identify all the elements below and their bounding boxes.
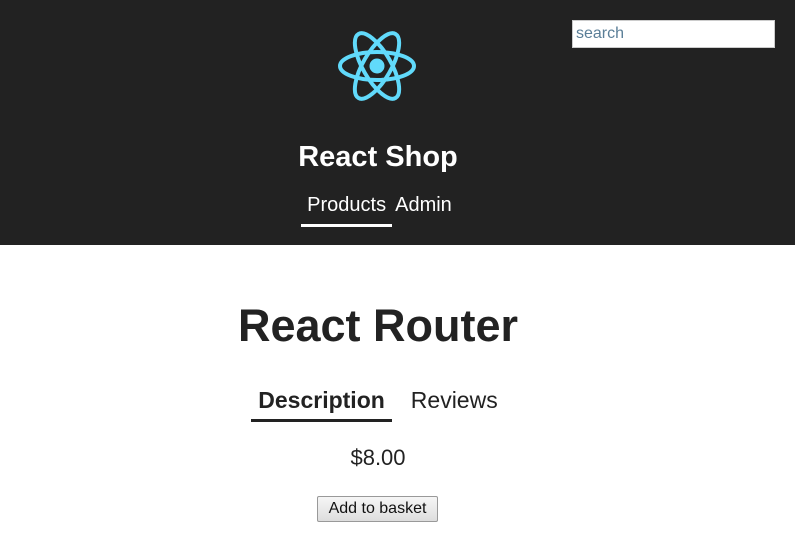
product-price: $8.00 [350, 445, 406, 470]
search-input[interactable] [572, 20, 775, 48]
react-atom-icon [338, 31, 416, 101]
add-to-basket-button[interactable]: Add to basket [317, 496, 438, 522]
app-title: React Shop [298, 141, 458, 173]
product-title: React Router [237, 300, 519, 351]
tab-description[interactable]: Description [251, 385, 392, 422]
main-nav: Products Admin [0, 193, 756, 227]
product-tabs: Description Reviews [0, 385, 756, 422]
app-header: React Shop ProductsAdmin [0, 0, 795, 245]
nav-link-admin[interactable]: Admin [392, 193, 455, 227]
nav-link-products[interactable]: Products [301, 193, 393, 227]
tab-reviews[interactable]: Reviews [404, 385, 505, 422]
